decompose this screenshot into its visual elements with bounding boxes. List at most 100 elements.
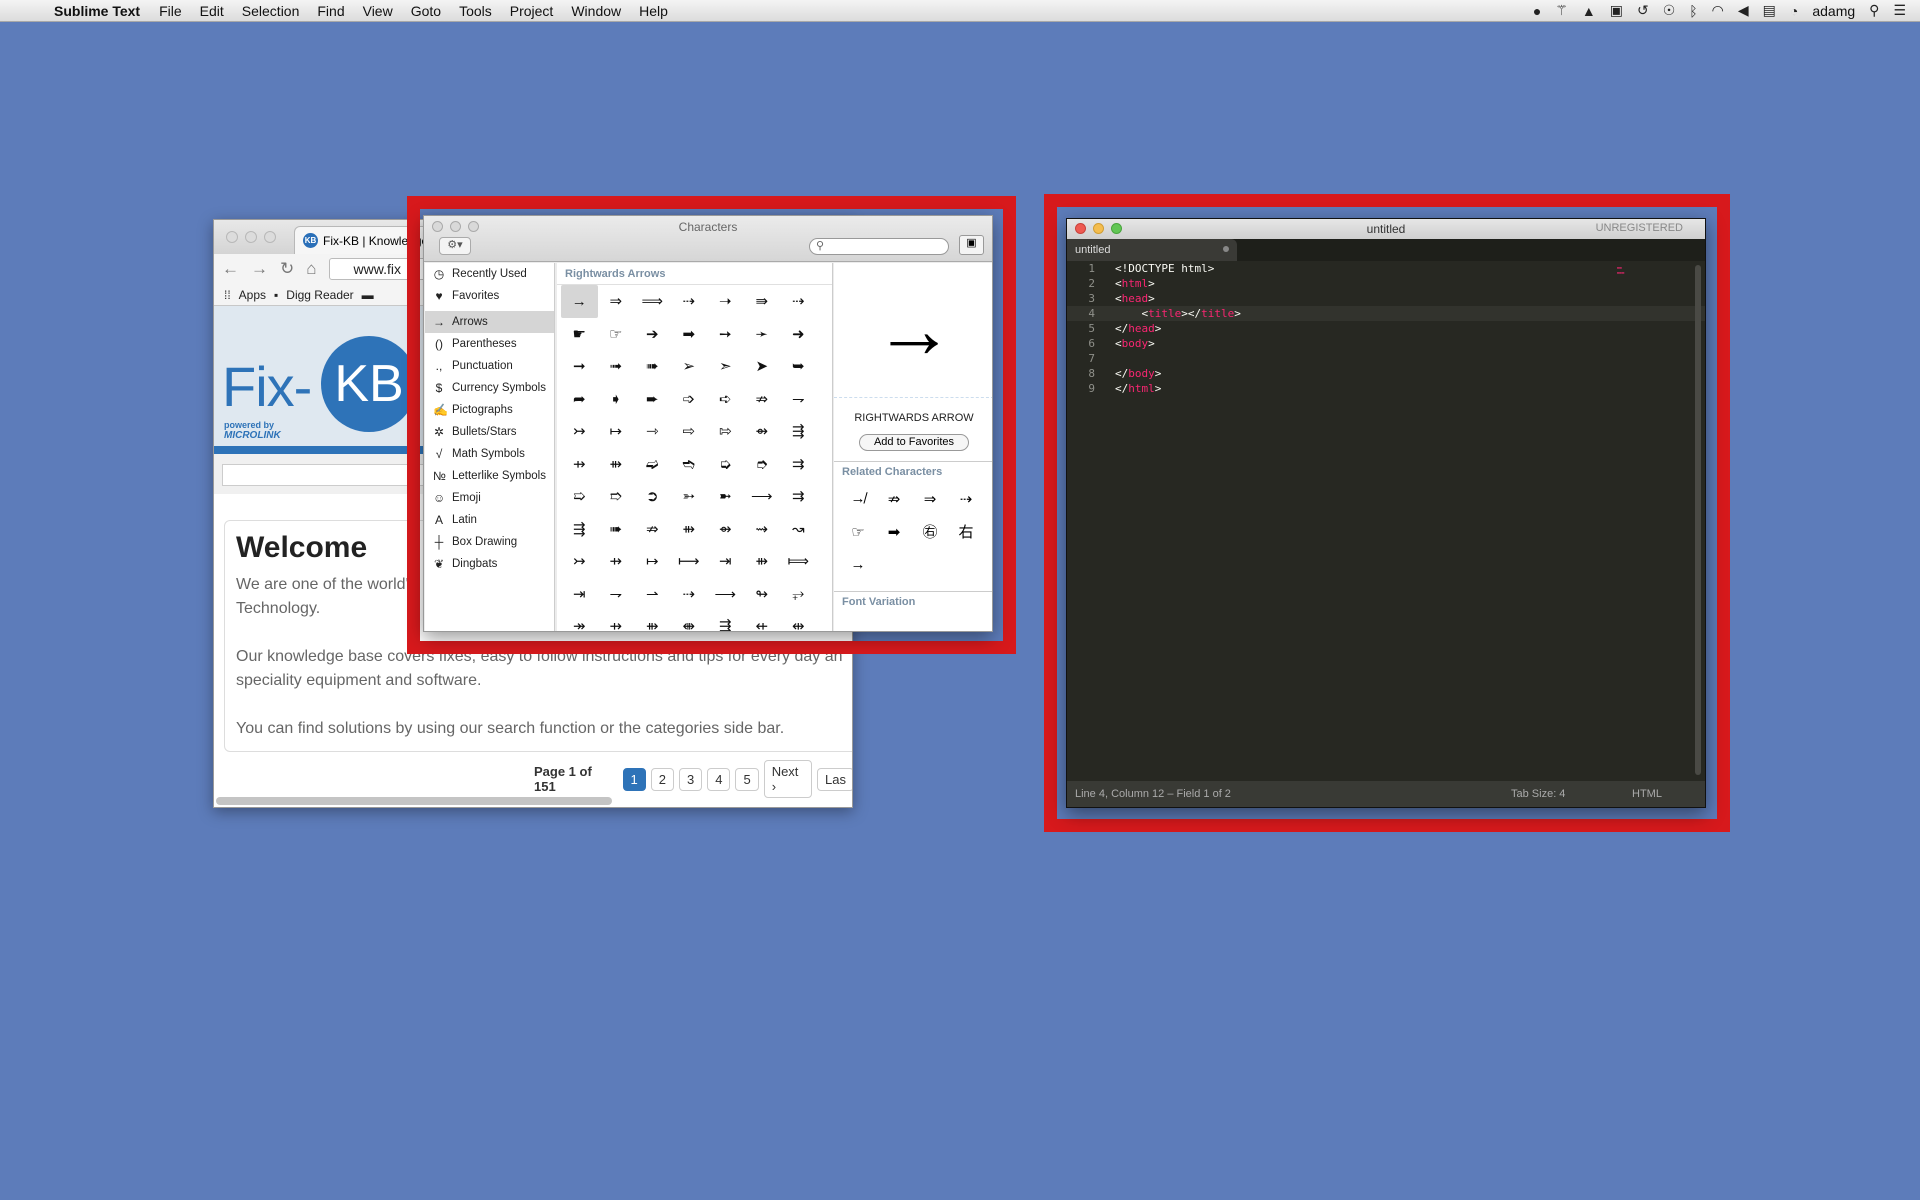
character-cell[interactable]: ⇻ <box>598 448 635 481</box>
character-cell[interactable]: ➢ <box>671 350 708 383</box>
character-cell[interactable]: ➜ <box>780 318 817 351</box>
character-cell[interactable]: ➪ <box>707 383 744 416</box>
related-character-cell[interactable]: ⇏ <box>876 482 912 515</box>
character-cell[interactable]: ⟹ <box>634 285 671 318</box>
hat-icon[interactable]: ▲ <box>1582 3 1596 19</box>
sidebar-item-currency-symbols[interactable]: $ Currency Symbols <box>425 377 554 399</box>
character-cell[interactable]: ⇻ <box>634 610 671 631</box>
character-cell[interactable]: ⇢ <box>671 285 708 318</box>
next-page[interactable]: Next › <box>763 760 813 798</box>
code-line[interactable]: 8 </body> <box>1067 366 1705 381</box>
menu-help[interactable]: Help <box>630 3 677 19</box>
menu-project[interactable]: Project <box>501 3 563 19</box>
close-button[interactable] <box>226 231 238 243</box>
character-cell[interactable]: ⇴ <box>707 513 744 546</box>
character-cell[interactable]: ☛ <box>561 318 598 351</box>
character-cell[interactable]: ➠ <box>634 350 671 383</box>
menubar-user[interactable]: adamg <box>1812 3 1855 19</box>
code-editor[interactable]: 1 <!DOCTYPE html> 2 <html> 3 <head> 4 <title><… <box>1067 261 1705 781</box>
character-cell[interactable]: ↣ <box>561 545 598 578</box>
character-cell[interactable]: ➦ <box>561 383 598 416</box>
sidebar-item-recently-used[interactable]: ◷ Recently Used <box>425 263 554 285</box>
home-icon[interactable]: ⌂ <box>306 259 316 279</box>
character-cell[interactable]: ⇻ <box>671 513 708 546</box>
character-cell[interactable]: ⇉ <box>780 480 817 513</box>
record-icon[interactable]: ▣ <box>1610 2 1623 19</box>
character-cell[interactable]: ➼ <box>707 480 744 513</box>
related-character-cell[interactable]: 右 <box>948 515 984 548</box>
character-cell[interactable]: ↣ <box>561 415 598 448</box>
sidebar-item-favorites[interactable]: ♥ Favorites <box>425 285 554 307</box>
clock-icon[interactable]: ◔ <box>1790 3 1798 19</box>
code-line[interactable]: 6 <body> <box>1067 336 1705 351</box>
character-cell[interactable]: ⇥ <box>707 545 744 578</box>
character-cell[interactable]: ⇸ <box>561 448 598 481</box>
code-line[interactable]: 9 </html> <box>1067 381 1705 396</box>
character-cell[interactable]: ↝ <box>780 513 817 546</box>
character-cell[interactable]: ⇁ <box>598 578 635 611</box>
page-1[interactable]: 1 <box>622 767 646 791</box>
character-cell[interactable]: ➨ <box>634 383 671 416</box>
page-3[interactable]: 3 <box>678 767 703 791</box>
character-cell[interactable]: ➙ <box>707 318 744 351</box>
input-menu-icon[interactable]: ▤ <box>1763 2 1776 19</box>
character-cell[interactable]: ↬ <box>744 578 781 611</box>
back-icon[interactable]: ← <box>222 259 239 279</box>
character-cell[interactable]: ⟼ <box>671 545 708 578</box>
sidebar-item-emoji[interactable]: ☺ Emoji <box>425 487 554 509</box>
character-cell[interactable]: ➯ <box>561 480 598 513</box>
character-cell[interactable]: ⇶ <box>780 415 817 448</box>
character-cell[interactable]: ⇒ <box>598 285 635 318</box>
sidebar-item-box-drawing[interactable]: ┼ Box Drawing <box>425 531 554 553</box>
menu-tools[interactable]: Tools <box>450 3 501 19</box>
character-cell[interactable]: ↦ <box>598 415 635 448</box>
related-character-cell[interactable]: → <box>840 548 876 581</box>
menu-find[interactable]: Find <box>308 3 353 19</box>
last-page[interactable]: Las <box>817 767 852 791</box>
character-cell[interactable]: ⇻ <box>744 545 781 578</box>
menu-selection[interactable]: Selection <box>233 3 309 19</box>
tab-size[interactable]: Tab Size: 4 <box>1511 788 1565 800</box>
character-cell[interactable]: ➱ <box>598 480 635 513</box>
menu-edit[interactable]: Edit <box>191 3 233 19</box>
syntax-mode[interactable]: HTML <box>1632 788 1662 800</box>
character-cell[interactable]: ⇶ <box>561 513 598 546</box>
sidebar-item-bullets-stars[interactable]: ✲ Bullets/Stars <box>425 421 554 443</box>
character-cell[interactable]: ⇴ <box>744 415 781 448</box>
character-cell[interactable]: ➩ <box>671 383 708 416</box>
character-cell[interactable]: ➔ <box>634 318 671 351</box>
code-line[interactable]: 4 <title></title> <box>1067 306 1705 321</box>
menu-file[interactable]: File <box>150 3 191 19</box>
code-line[interactable]: 5 </head> <box>1067 321 1705 336</box>
character-cell[interactable]: ➤ <box>744 350 781 383</box>
zoom-button[interactable] <box>264 231 276 243</box>
gear-icon[interactable]: ⚙▾ <box>439 237 471 255</box>
character-cell[interactable]: ➧ <box>598 383 635 416</box>
volume-icon[interactable]: ◀ <box>1738 2 1749 19</box>
accessibility-icon[interactable]: ☉ <box>1663 2 1676 19</box>
code-line[interactable]: 3 <head> <box>1067 291 1705 306</box>
related-character-cell[interactable]: ☞ <box>840 515 876 548</box>
sidebar-item-latin[interactable]: A Latin <box>425 509 554 531</box>
menu-view[interactable]: View <box>354 3 402 19</box>
code-line[interactable]: 2 <html> <box>1067 276 1705 291</box>
folder-icon[interactable]: ▬ <box>362 288 374 302</box>
bookmark-digg-reader[interactable]: Digg Reader <box>286 288 353 302</box>
character-cell[interactable]: → <box>561 285 598 318</box>
sidebar-item-arrows[interactable]: → Arrows <box>425 311 554 333</box>
character-cell[interactable]: ⇉ <box>780 448 817 481</box>
characters-search-input[interactable]: ⚲ <box>809 238 949 255</box>
character-cell[interactable]: ➳ <box>671 480 708 513</box>
character-cell[interactable]: ⇼ <box>671 610 708 631</box>
character-cell[interactable]: ⇷ <box>744 610 781 631</box>
character-cell[interactable]: ⇶ <box>707 610 744 631</box>
related-character-cell[interactable]: ⇢ <box>948 482 984 515</box>
character-cell[interactable]: ↠ <box>561 610 598 631</box>
chat-icon[interactable]: ● <box>1533 3 1541 19</box>
character-cell[interactable]: ⟾ <box>780 545 817 578</box>
minimap[interactable]: ▬▬ ▬▬▬ <box>1617 265 1637 279</box>
forward-icon[interactable]: → <box>251 259 268 279</box>
code-line[interactable]: 1 <!DOCTYPE html> <box>1067 261 1705 276</box>
character-cell[interactable]: ⇢ <box>671 578 708 611</box>
character-cell[interactable]: ⇝ <box>744 513 781 546</box>
